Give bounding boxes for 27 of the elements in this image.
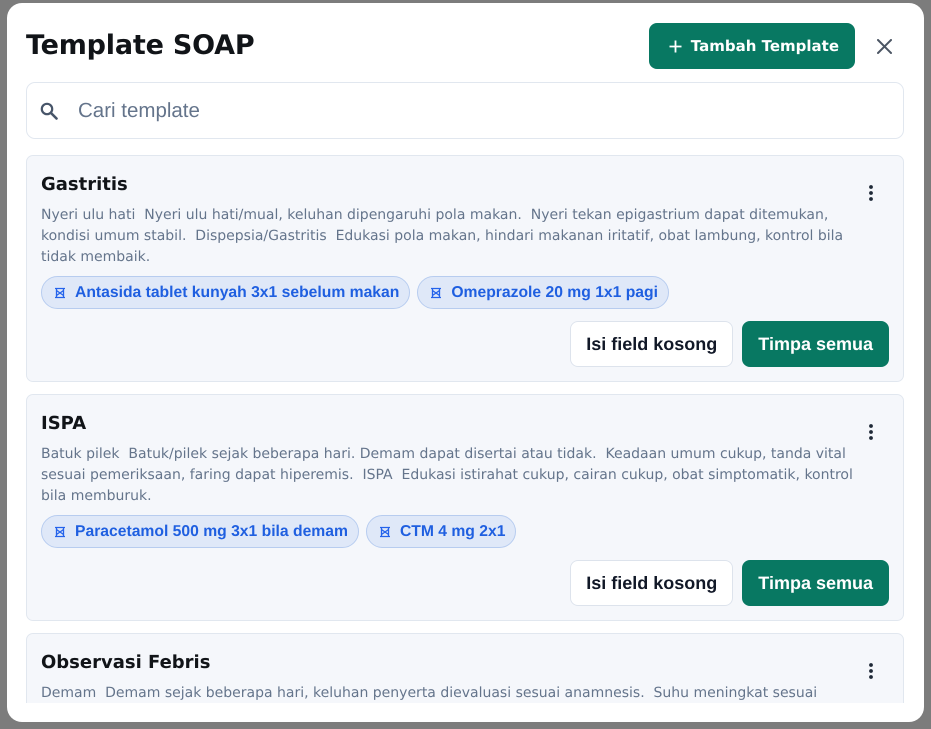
vertical-dots-icon[interactable] (869, 185, 873, 201)
search-field[interactable]: Cari template (26, 82, 904, 139)
template-name: Gastritis (41, 173, 129, 197)
template-name: Observasi Febris (41, 651, 212, 675)
search-icon (40, 102, 58, 120)
vertical-dots-icon[interactable] (869, 663, 873, 679)
fill-empty-fields-button[interactable]: Isi field kosong (570, 321, 734, 367)
vertical-dots-icon[interactable] (869, 424, 873, 440)
medicine-box-icon (54, 526, 66, 538)
medication-name: Omeprazole 20 mg 1x1 pagi (451, 284, 658, 302)
medication-name: Paracetamol 500 mg 3x1 bila demam (75, 522, 348, 540)
medication-name: CTM 4 mg 2x1 (400, 522, 506, 540)
template-name: ISPA (41, 412, 88, 436)
add-template-button[interactable]: Tambah Template (648, 23, 855, 69)
overwrite-all-button[interactable]: Timpa semua (742, 321, 889, 367)
template-summary: Nyeri ulu hati Nyeri ulu hati/mual, keluhan dipengaruhi pola makan. Nyeri tekan epigastrium dapat ditemukan, kondisi umum stabil. Dispepsia/Gastritis Edukasi pola makan, hindari makanan iritatif, obat lambung, kontrol bila tidak membaik. (41, 206, 844, 267)
plus-icon (668, 40, 682, 52)
medicine-box-icon (378, 526, 391, 538)
template-summary: Demam Demam sejak beberapa hari, keluhan penyerta dievaluasi sesuai anamnesis. Suhu meningkat sesuai (41, 684, 818, 703)
medicine-box-icon (54, 286, 66, 298)
template-summary: Batuk pilek Batuk/pilek sejak beberapa hari. Demam dapat disertai atau tidak. Keadaan umum cukup, tanda vital sesuai pemeriksaan, faring dapat hiperemis. ISPA Edukasi istirahat cukup, cairan cukup, obat simptomatik, kontrol bila memburuk. (41, 445, 854, 506)
close-icon[interactable] (877, 38, 892, 54)
overwrite-all-button[interactable]: Timpa semua (742, 560, 889, 606)
fill-empty-fields-button[interactable]: Isi field kosong (570, 560, 734, 606)
medicine-box-icon (430, 286, 442, 298)
dialog-title: Template SOAP (26, 29, 254, 63)
medication-name: Antasida tablet kunyah 3x1 sebelum makan (75, 284, 400, 302)
